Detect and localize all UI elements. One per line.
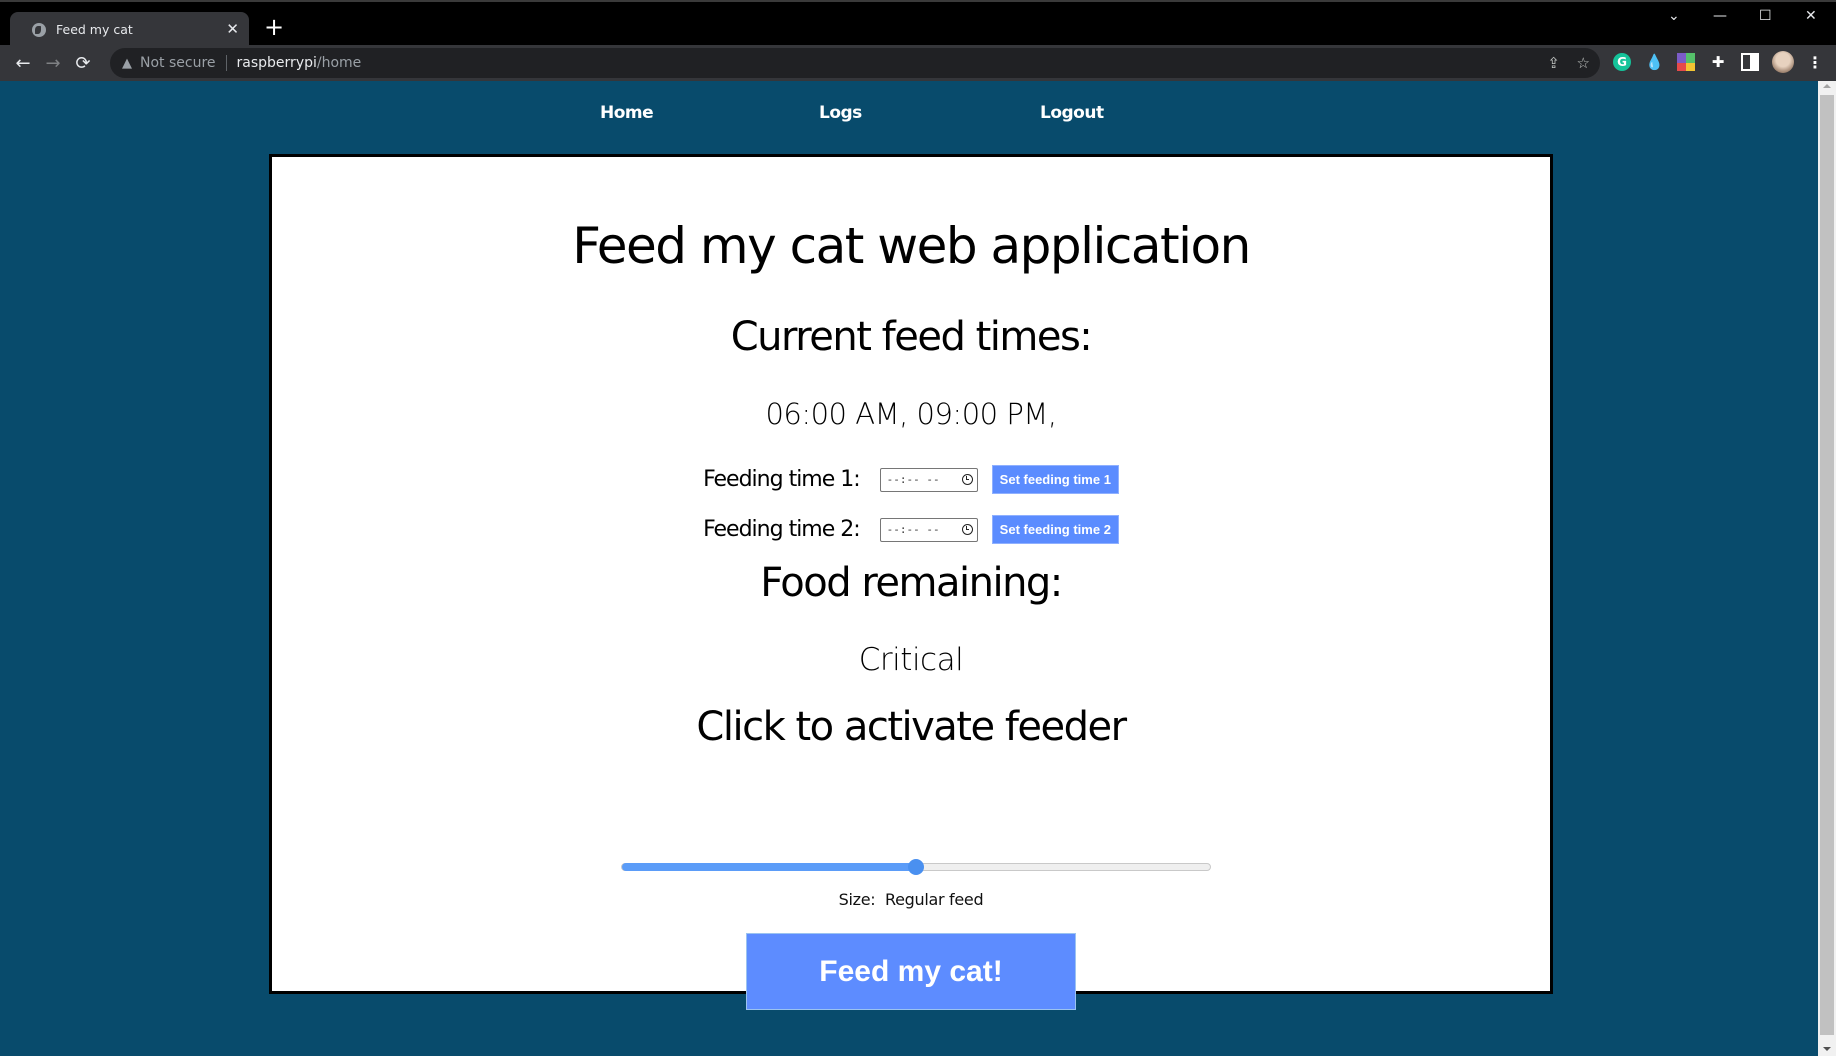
- address-divider: [225, 55, 227, 71]
- nav-logout[interactable]: Logout: [1040, 103, 1104, 123]
- puzzle-icon[interactable]: ✚: [1709, 53, 1727, 71]
- url-path: /home: [316, 55, 362, 71]
- feeding-time-1-row: Feeding time 1: --:-- -- Set feeding tim…: [272, 465, 1550, 494]
- set-feeding-time-1-button[interactable]: Set feeding time 1: [991, 465, 1119, 494]
- top-navigation: Home Logs Logout: [0, 103, 1818, 133]
- nav-home[interactable]: Home: [600, 103, 654, 123]
- size-indicator: Size: Regular feed: [272, 890, 1550, 909]
- tab-title: Feed my cat: [56, 22, 133, 37]
- main-card: Feed my cat web application Current feed…: [269, 154, 1553, 1010]
- bookmark-star-icon[interactable]: ☆: [1577, 54, 1590, 72]
- clock-icon[interactable]: [961, 524, 973, 535]
- current-times-value: 06:00 AM, 09:00 PM,: [765, 397, 1057, 431]
- globe-icon: [32, 22, 46, 37]
- browser-titlebar: Feed my cat ✕ + ⌄ — ☐ ✕: [0, 0, 1836, 47]
- feeding-time-2-input[interactable]: --:-- --: [879, 517, 978, 542]
- browser-tab[interactable]: Feed my cat ✕: [10, 12, 249, 47]
- feeding-time-1-input[interactable]: --:-- --: [879, 467, 978, 492]
- scrollbar-thumb[interactable]: [1820, 95, 1834, 1035]
- time-input-value: --:-- --: [886, 523, 940, 536]
- address-bar[interactable]: ▲ Not secure raspberrypi /home ⇪ ☆: [110, 48, 1600, 78]
- time-input-value: --:-- --: [886, 473, 940, 486]
- feeding-time-2-row: Feeding time 2: --:-- -- Set feeding tim…: [272, 515, 1550, 544]
- back-icon[interactable]: ←: [8, 53, 38, 74]
- window-close-icon[interactable]: ✕: [1805, 8, 1817, 24]
- size-value: Regular feed: [884, 890, 984, 909]
- current-times-heading: Current feed times:: [730, 314, 1093, 360]
- set-feeding-time-2-button[interactable]: Set feeding time 2: [991, 515, 1119, 544]
- browser-toolbar: ← → ⟳ ▲ Not secure raspberrypi /home ⇪ ☆: [0, 45, 1836, 81]
- food-status: Critical: [858, 642, 964, 678]
- scroll-down-arrow-icon[interactable]: [1823, 1047, 1831, 1051]
- food-remaining-heading: Food remaining:: [760, 560, 1063, 606]
- side-panel-icon[interactable]: [1741, 53, 1759, 71]
- grammarly-icon[interactable]: G: [1613, 53, 1631, 71]
- warning-icon[interactable]: ▲: [122, 56, 132, 71]
- page-viewport: Home Logs Logout Feed my cat web applica…: [0, 81, 1818, 1056]
- tab-close-icon[interactable]: ✕: [226, 22, 239, 37]
- scroll-up-arrow-icon[interactable]: [1823, 84, 1831, 88]
- new-tab-button[interactable]: +: [264, 15, 284, 39]
- feed-my-cat-button[interactable]: Feed my cat!: [746, 933, 1076, 1010]
- page-title: Feed my cat web application: [572, 217, 1251, 275]
- color-grid-icon[interactable]: [1677, 53, 1695, 71]
- size-label: Size:: [838, 890, 876, 909]
- reload-icon[interactable]: ⟳: [68, 53, 98, 74]
- feeding-time-2-label: Feeding time 2:: [703, 517, 861, 542]
- nav-logs[interactable]: Logs: [819, 103, 862, 123]
- security-label[interactable]: Not secure: [140, 55, 216, 71]
- vertical-scrollbar[interactable]: [1818, 81, 1836, 1056]
- minimize-icon[interactable]: —: [1713, 8, 1727, 24]
- share-icon[interactable]: ⇪: [1547, 54, 1560, 72]
- clock-icon[interactable]: [961, 474, 973, 485]
- forward-icon[interactable]: →: [38, 53, 68, 74]
- feeding-time-1-label: Feeding time 1:: [703, 467, 861, 492]
- menu-icon[interactable]: ⋮: [1806, 53, 1824, 72]
- url-host: raspberrypi: [236, 55, 317, 71]
- slider-fill: [622, 863, 916, 871]
- drop-icon[interactable]: 💧: [1645, 53, 1664, 71]
- maximize-icon[interactable]: ☐: [1759, 8, 1772, 24]
- profile-avatar[interactable]: [1772, 51, 1794, 73]
- tab-search-icon[interactable]: ⌄: [1668, 8, 1680, 24]
- feed-size-slider[interactable]: [621, 859, 1211, 875]
- activate-feeder-heading: Click to activate feeder: [696, 704, 1127, 750]
- slider-thumb[interactable]: [908, 859, 924, 875]
